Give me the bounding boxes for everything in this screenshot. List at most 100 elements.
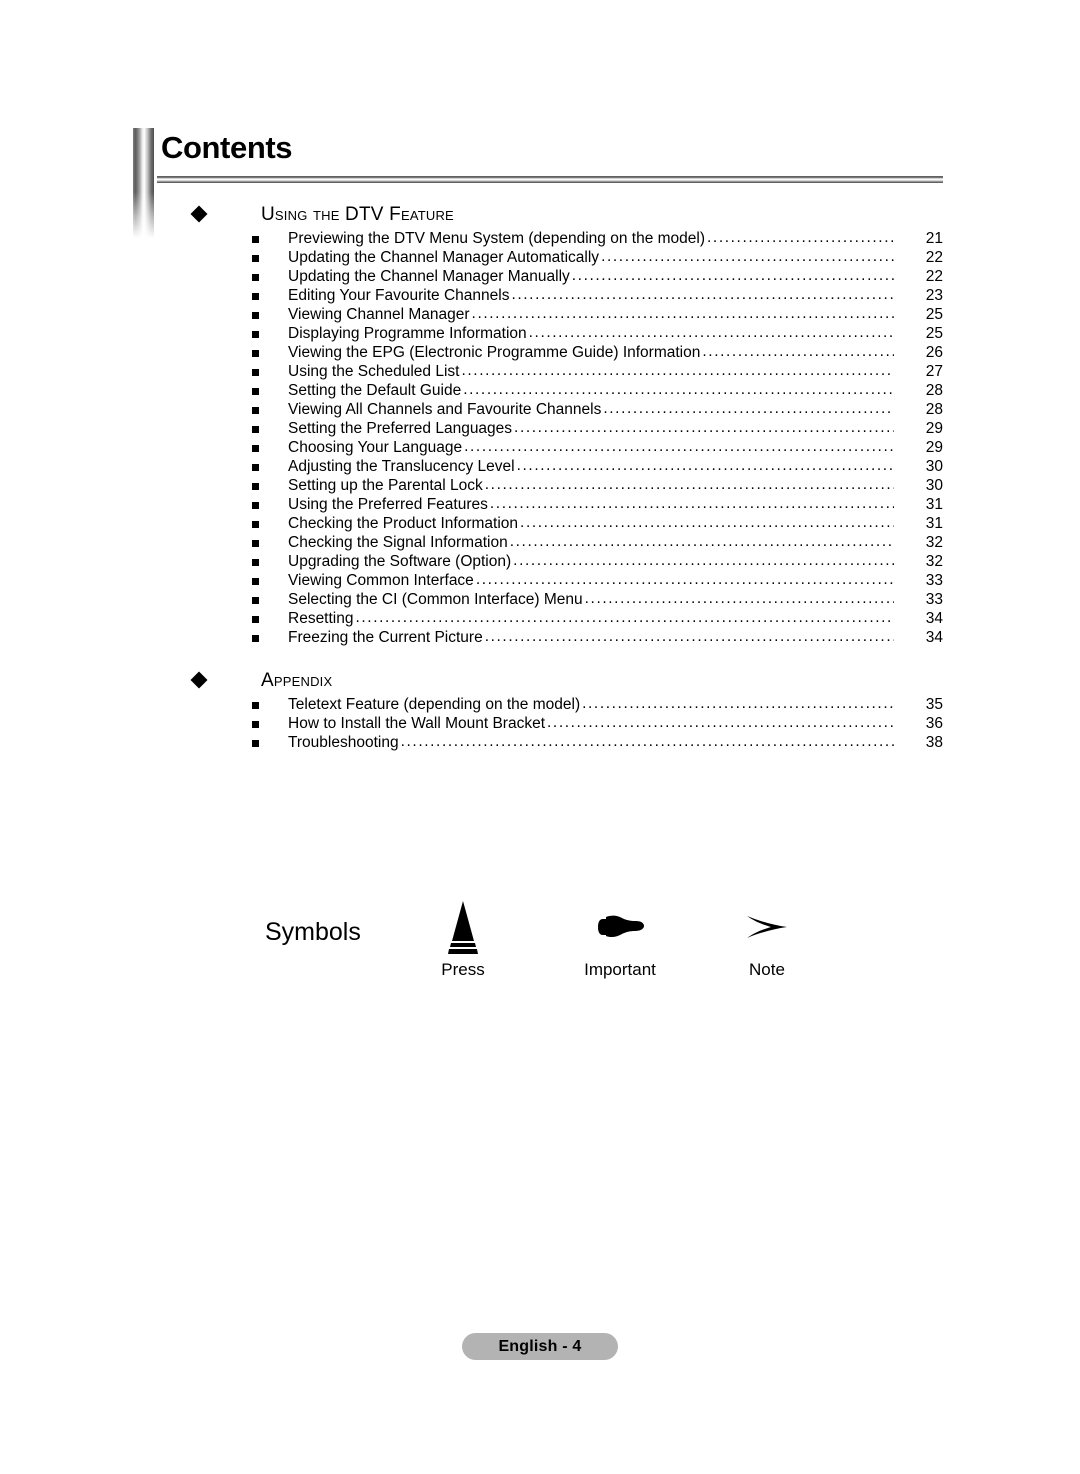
toc-entry-label: Freezing the Current Picture <box>288 629 483 646</box>
toc-section-header: Appendix <box>133 669 943 695</box>
page-title: Contents <box>161 130 293 165</box>
toc-entry-label: Updating the Channel Manager Automatical… <box>288 249 600 266</box>
toc-entry-label: Checking the Signal Information <box>288 534 508 551</box>
toc-entry-page-number: 21 <box>925 230 943 247</box>
toc-entry-page-number: 29 <box>925 439 943 456</box>
page-footer-label: English - 4 <box>498 1337 582 1355</box>
toc-entry[interactable]: Freezing the Current Picture............… <box>133 628 943 647</box>
square-bullet-icon <box>252 350 259 357</box>
square-bullet-icon <box>252 721 259 728</box>
square-bullet-icon <box>252 597 259 604</box>
toc-entry-label: Viewing All Channels and Favourite Chann… <box>288 401 602 418</box>
symbols-legend: Symbols Press Important Note <box>265 895 885 1005</box>
square-bullet-icon <box>252 445 259 452</box>
toc-entry-page-number: 31 <box>925 515 943 532</box>
square-bullet-icon <box>252 407 259 414</box>
toc-leader-dots: ........................................… <box>584 590 894 607</box>
square-bullet-icon <box>252 559 259 566</box>
toc-section-title: Using the DTV Feature <box>261 204 454 225</box>
toc-entry-page-number: 33 <box>925 572 943 589</box>
toc-entry[interactable]: How to Install the Wall Mount Bracket...… <box>133 714 943 733</box>
toc-entry[interactable]: Teletext Feature (depending on the model… <box>133 695 943 714</box>
toc-leader-dots: ........................................… <box>513 552 894 569</box>
square-bullet-icon <box>252 369 259 376</box>
toc-entry-label: Using the Scheduled List <box>288 363 460 380</box>
toc-entry[interactable]: Using the Scheduled List................… <box>133 362 943 381</box>
page-footer-badge: English - 4 <box>462 1333 618 1360</box>
toc-entry[interactable]: Updating the Channel Manager Manually...… <box>133 267 943 286</box>
square-bullet-icon <box>252 578 259 585</box>
square-bullet-icon <box>252 502 259 509</box>
toc-entry[interactable]: Editing Your Favourite Channels.........… <box>133 286 943 305</box>
toc-entry-label: Setting the Preferred Languages <box>288 420 513 437</box>
toc-leader-dots: ........................................… <box>355 609 894 626</box>
toc-section-title: Appendix <box>261 670 333 691</box>
toc-entry-page-number: 35 <box>925 696 943 713</box>
toc-entry[interactable]: Updating the Channel Manager Automatical… <box>133 248 943 267</box>
toc-entry-page-number: 30 <box>925 458 943 475</box>
square-bullet-icon <box>252 274 259 281</box>
toc-leader-dots: ........................................… <box>464 438 894 455</box>
square-bullet-icon <box>252 540 259 547</box>
diamond-icon <box>190 671 208 689</box>
toc-leader-dots: ........................................… <box>484 628 894 645</box>
toc-entry-label: Troubleshooting <box>288 734 399 751</box>
symbol-important-caption: Important <box>584 960 656 979</box>
toc-entry-page-number: 28 <box>925 382 943 399</box>
toc-entry[interactable]: Adjusting the Translucency Level........… <box>133 457 943 476</box>
toc-entry[interactable]: Viewing Common Interface................… <box>133 571 943 590</box>
square-bullet-icon <box>252 255 259 262</box>
table-of-contents: Using the DTV Feature Previewing the DTV … <box>133 203 943 752</box>
toc-entry-label: Upgrading the Software (Option) <box>288 553 512 570</box>
toc-leader-dots: ........................................… <box>511 286 894 303</box>
toc-entry[interactable]: Troubleshooting.........................… <box>133 733 943 752</box>
toc-section: Using the DTV Feature Previewing the DTV … <box>133 203 943 647</box>
toc-entry[interactable]: Previewing the DTV Menu System (dependin… <box>133 229 943 248</box>
arrowhead-icon <box>697 895 837 959</box>
toc-entry[interactable]: Viewing Channel Manager.................… <box>133 305 943 324</box>
toc-leader-dots: ........................................… <box>571 267 894 284</box>
symbol-press: Press <box>393 895 533 981</box>
toc-entry-page-number: 33 <box>925 591 943 608</box>
toc-entry[interactable]: Checking the Signal Information.........… <box>133 533 943 552</box>
toc-entry[interactable]: Using the Preferred Features............… <box>133 495 943 514</box>
toc-entry-label: Setting the Default Guide <box>288 382 462 399</box>
square-bullet-icon <box>252 702 259 709</box>
toc-leader-dots: ........................................… <box>516 457 894 474</box>
toc-entry[interactable]: Resetting...............................… <box>133 609 943 628</box>
toc-leader-dots: ........................................… <box>400 733 894 750</box>
toc-leader-dots: ........................................… <box>461 362 894 379</box>
toc-entry[interactable]: Setting up the Parental Lock............… <box>133 476 943 495</box>
square-bullet-icon <box>252 464 259 471</box>
square-bullet-icon <box>252 388 259 395</box>
toc-entry-page-number: 32 <box>925 534 943 551</box>
square-bullet-icon <box>252 740 259 747</box>
toc-leader-dots: ........................................… <box>707 229 894 246</box>
toc-entry-label: Checking the Product Information <box>288 515 519 532</box>
pointing-hand-icon <box>550 895 690 959</box>
toc-leader-dots: ........................................… <box>603 400 894 417</box>
toc-entry[interactable]: Setting the Default Guide...............… <box>133 381 943 400</box>
toc-entry[interactable]: Choosing Your Language..................… <box>133 438 943 457</box>
toc-section-header: Using the DTV Feature <box>133 203 943 229</box>
toc-entry[interactable]: Checking the Product Information........… <box>133 514 943 533</box>
square-bullet-icon <box>252 331 259 338</box>
toc-leader-dots: ........................................… <box>528 324 894 341</box>
toc-entry-label: Resetting <box>288 610 354 627</box>
toc-entry[interactable]: Viewing the EPG (Electronic Programme Gu… <box>133 343 943 362</box>
square-bullet-icon <box>252 635 259 642</box>
toc-entry-label: Using the Preferred Features <box>288 496 488 513</box>
toc-entry-label: Editing Your Favourite Channels <box>288 287 510 304</box>
toc-section: Appendix Teletext Feature (depending on t… <box>133 669 943 752</box>
toc-entry[interactable]: Displaying Programme Information........… <box>133 324 943 343</box>
toc-leader-dots: ........................................… <box>509 533 894 550</box>
toc-entry[interactable]: Viewing All Channels and Favourite Chann… <box>133 400 943 419</box>
toc-entry-label: Adjusting the Translucency Level <box>288 458 515 475</box>
toc-leader-dots: ........................................… <box>601 248 894 265</box>
symbol-note-caption: Note <box>749 960 785 979</box>
toc-entry[interactable]: Selecting the CI (Common Interface) Menu… <box>133 590 943 609</box>
toc-entry[interactable]: Upgrading the Software (Option).........… <box>133 552 943 571</box>
toc-entry[interactable]: Setting the Preferred Languages.........… <box>133 419 943 438</box>
symbol-note: Note <box>697 895 837 981</box>
square-bullet-icon <box>252 293 259 300</box>
